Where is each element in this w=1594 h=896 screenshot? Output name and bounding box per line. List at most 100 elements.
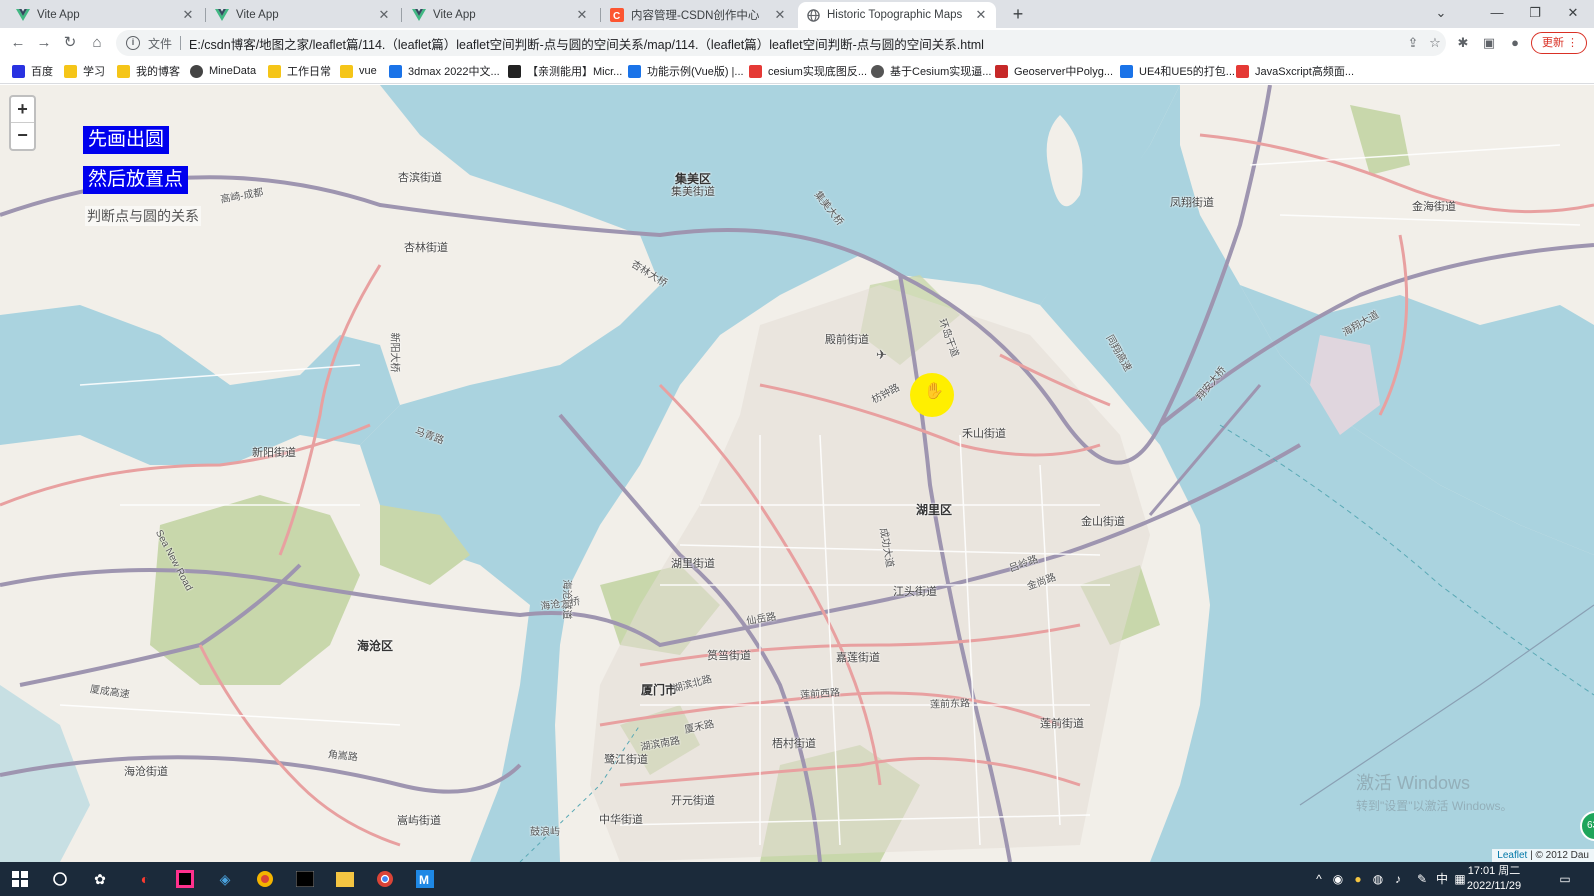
bookmark-item[interactable]: Geoserver中Polyg... xyxy=(995,63,1113,79)
network-icon[interactable]: ◍ xyxy=(1370,870,1386,888)
folder-icon xyxy=(117,64,130,78)
bookmark-item[interactable]: 【亲测能用】Micr... xyxy=(508,63,622,79)
place-label: 嘉莲街道 xyxy=(836,652,880,664)
road-label: 新阳大桥 xyxy=(388,332,400,373)
bookmark-item[interactable]: 基于Cesium实现逼... xyxy=(871,63,991,79)
bookmark-item[interactable]: 3dmax 2022中文... xyxy=(389,63,500,79)
task-view-icon[interactable]: ✿ xyxy=(88,867,112,891)
volume-icon[interactable]: ♪ xyxy=(1390,870,1406,888)
bolt-icon xyxy=(508,64,521,78)
place-label: 湖里区 xyxy=(916,503,953,517)
map-attribution: Leaflet | © 2012 Dau xyxy=(1492,849,1594,862)
bookmark-item[interactable]: vue xyxy=(340,63,377,79)
tab-title: Vite App xyxy=(37,9,80,21)
tab-3[interactable]: Vite App ✕ xyxy=(404,2,597,28)
place-label: 杏滨街道 xyxy=(398,172,442,184)
bookmark-item[interactable]: 工作日常 xyxy=(268,63,331,79)
svg-text:M: M xyxy=(419,873,429,887)
zoom-out-button[interactable]: − xyxy=(11,123,34,149)
star-icon[interactable]: ☆ xyxy=(1424,35,1446,51)
tab-2[interactable]: Vite App ✕ xyxy=(207,2,399,28)
security-icon[interactable]: ◉ xyxy=(1330,870,1346,888)
bookmark-item[interactable]: 我的博客 xyxy=(117,63,180,79)
tab-4[interactable]: C 内容管理-CSDN创作中心 ✕ xyxy=(602,2,795,28)
minedata-icon xyxy=(190,64,203,78)
place-label: 禾山街道 xyxy=(962,428,1006,440)
update-button[interactable]: 更新 ⋮ xyxy=(1531,32,1587,54)
mail-app-icon[interactable]: M xyxy=(413,867,437,891)
side-panel-icon[interactable]: ▣ xyxy=(1478,32,1500,54)
chevron-up-icon[interactable]: ^ xyxy=(1312,870,1326,888)
bookmark-item[interactable]: cesium实现底图反... xyxy=(749,63,867,79)
baidu-icon xyxy=(12,64,25,78)
zoom-in-button[interactable]: + xyxy=(11,97,34,123)
tab-1[interactable]: Vite App ✕ xyxy=(8,2,203,28)
csdn-icon xyxy=(749,64,762,78)
road-label: 莲前东路 xyxy=(929,698,971,711)
vue-icon xyxy=(16,8,30,22)
map-container[interactable]: + − 先画出圆 然后放置点 判断点与圆的关系 集美区 集美街道 杏滨街道 杏林… xyxy=(0,85,1594,862)
close-window-button[interactable]: ✕ xyxy=(1554,0,1592,28)
road-label: 鼓浪屿 xyxy=(530,827,560,838)
leaflet-link[interactable]: Leaflet xyxy=(1497,850,1527,861)
pen-icon[interactable]: ✎ xyxy=(1414,870,1430,888)
jetbrains-icon[interactable] xyxy=(173,867,197,891)
swirl-app-icon[interactable]: ◐ xyxy=(133,867,157,891)
globe-icon xyxy=(806,8,820,22)
tab-active[interactable]: Historic Topographic Maps ✕ xyxy=(798,2,996,28)
bookmark-item[interactable]: MineData xyxy=(190,63,256,79)
restore-button[interactable]: ❐ xyxy=(1516,0,1554,28)
bookmark-label: 基于Cesium实现逼... xyxy=(890,66,992,78)
place-label: 开元街道 xyxy=(671,795,715,807)
chevron-down-icon[interactable]: ⌄ xyxy=(1422,0,1460,28)
cesium-icon xyxy=(871,64,884,78)
bookmark-item[interactable]: 百度 xyxy=(12,63,53,79)
close-icon[interactable]: ✕ xyxy=(377,7,391,23)
file-explorer-icon[interactable] xyxy=(333,867,357,891)
tab-divider xyxy=(600,8,601,22)
chrome-icon[interactable] xyxy=(373,867,397,891)
search-icon[interactable] xyxy=(48,867,72,891)
bookmark-item[interactable]: 学习 xyxy=(64,63,105,79)
minimize-button[interactable]: — xyxy=(1478,0,1516,28)
shield-icon[interactable]: ● xyxy=(1350,870,1366,888)
place-point-button[interactable]: 然后放置点 xyxy=(83,166,189,194)
share-icon[interactable]: ⇪ xyxy=(1402,35,1424,51)
clock-date: 2022/11/29 xyxy=(1466,880,1522,892)
home-icon[interactable]: ⌂ xyxy=(85,31,109,55)
place-label: 新阳街道 xyxy=(252,447,296,459)
close-icon[interactable]: ✕ xyxy=(575,7,589,23)
back-icon[interactable]: ← xyxy=(6,31,30,55)
new-tab-button[interactable]: + xyxy=(1006,3,1030,27)
bookmark-label: Geoserver中Polyg... xyxy=(1014,66,1114,78)
reload-icon[interactable]: ↻ xyxy=(58,31,82,55)
relation-result-text: 判断点与圆的关系 xyxy=(85,206,201,226)
network-app-icon[interactable]: ◈ xyxy=(213,867,237,891)
bookmark-item[interactable]: UE4和UE5的打包... xyxy=(1120,63,1235,79)
place-label: 海沧街道 xyxy=(124,766,168,778)
hand-cursor-icon: ✋ xyxy=(924,383,944,400)
address-bar[interactable]: i 文件 E:/csdn博客/地图之家/leaflet篇/114.（leafle… xyxy=(116,30,1446,56)
extensions-icon[interactable]: ✱ xyxy=(1452,32,1474,54)
ime-indicator[interactable]: 中 xyxy=(1434,870,1450,888)
profile-icon[interactable]: ● xyxy=(1504,32,1526,54)
dropbox-icon xyxy=(389,64,402,78)
clock[interactable]: 17:01 周二 2022/11/29 xyxy=(1462,864,1526,894)
color-app-icon[interactable] xyxy=(253,867,277,891)
place-label: 杏林街道 xyxy=(404,242,448,254)
close-icon[interactable]: ✕ xyxy=(974,7,988,23)
folder-icon xyxy=(268,64,281,78)
bookmark-item[interactable]: JavaSxcript高频面... xyxy=(1236,63,1354,79)
place-label: 殿前街道 xyxy=(825,334,869,346)
address-url[interactable]: E:/csdn博客/地图之家/leaflet篇/114.（leaflet篇）le… xyxy=(189,34,1402,53)
close-icon[interactable]: ✕ xyxy=(773,7,787,23)
close-icon[interactable]: ✕ xyxy=(181,7,195,23)
road-label: 海沧隧道 xyxy=(560,579,572,620)
info-icon[interactable]: i xyxy=(126,36,140,50)
windows-start-icon[interactable] xyxy=(8,867,32,891)
terminal-icon[interactable] xyxy=(293,867,317,891)
forward-icon[interactable]: → xyxy=(32,31,56,55)
bookmark-item[interactable]: 功能示例(Vue版) |... xyxy=(628,63,744,79)
notification-icon[interactable]: ▭ xyxy=(1556,870,1574,888)
draw-circle-button[interactable]: 先画出圆 xyxy=(83,126,170,154)
